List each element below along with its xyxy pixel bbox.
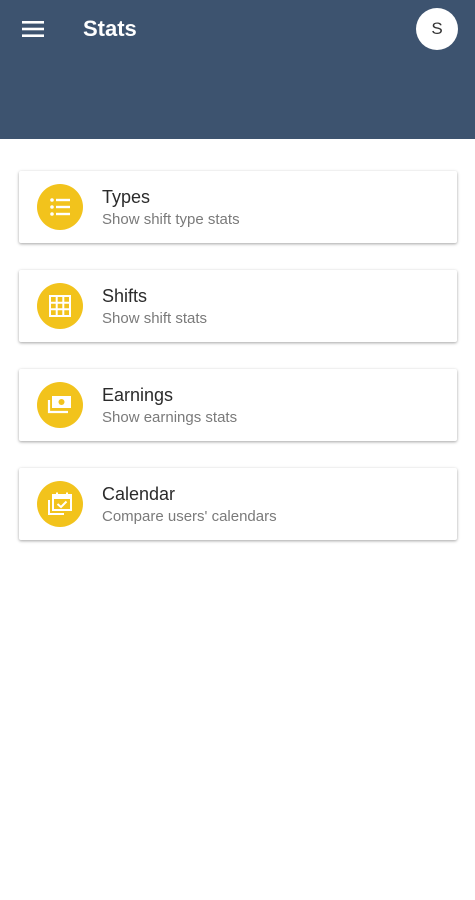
grid-icon xyxy=(49,295,71,317)
calendar-icon-badge xyxy=(37,481,83,527)
card-calendar[interactable]: Calendar Compare users' calendars xyxy=(19,468,457,540)
card-title: Calendar xyxy=(102,484,176,504)
card-shifts[interactable]: Shifts Show shift stats xyxy=(19,270,457,342)
user-avatar[interactable]: S xyxy=(416,8,458,50)
card-earnings[interactable]: Earnings Show earnings stats xyxy=(19,369,457,441)
money-icon xyxy=(47,396,71,414)
card-title: Earnings xyxy=(102,385,174,405)
card-title: Shifts xyxy=(102,286,148,306)
app-bar: Stats S xyxy=(0,0,475,139)
earnings-icon-badge xyxy=(37,382,83,428)
card-subtitle: Compare users' calendars xyxy=(102,508,277,525)
card-subtitle: Show shift type stats xyxy=(102,211,240,228)
list-icon xyxy=(50,198,70,216)
menu-button[interactable] xyxy=(14,12,52,46)
hamburger-menu-icon xyxy=(22,21,44,37)
card-subtitle: Show shift stats xyxy=(102,310,208,327)
shifts-icon-badge xyxy=(37,283,83,329)
card-title: Types xyxy=(102,187,151,207)
types-icon-badge xyxy=(37,184,83,230)
card-types[interactable]: Types Show shift type stats xyxy=(19,171,457,243)
calendar-check-icon xyxy=(48,492,72,515)
stats-card-list: Types Show shift type stats Shifts Show … xyxy=(19,171,457,567)
card-subtitle: Show earnings stats xyxy=(102,409,238,426)
page-title: Stats xyxy=(83,16,137,41)
